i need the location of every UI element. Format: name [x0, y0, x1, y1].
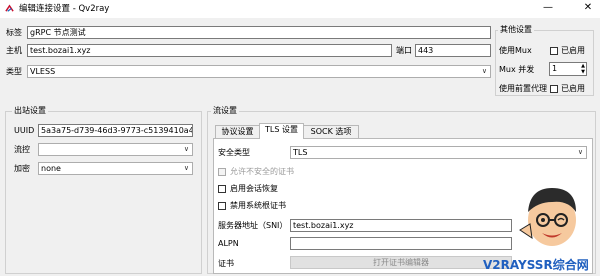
host-label: 主机	[6, 46, 22, 55]
close-button[interactable]: ✕	[582, 2, 594, 14]
host-input[interactable]: test.bozai1.xyz	[27, 44, 392, 57]
tag-label: 标签	[6, 28, 22, 37]
encryption-select-value: none	[41, 164, 61, 173]
mux-checkbox-label[interactable]: 已启用	[561, 45, 585, 57]
tab-protocol-settings[interactable]: 协议设置	[215, 125, 260, 139]
encryption-select[interactable]: none ∨	[38, 162, 193, 175]
security-type-label: 安全类型	[218, 148, 250, 157]
disable-system-root-label[interactable]: 禁用系统根证书	[230, 200, 286, 212]
uuid-input[interactable]: 5a3a75-d739-46d3-9773-c5139410a4a5	[38, 124, 193, 137]
disable-system-root-checkbox[interactable]	[218, 202, 226, 210]
uuid-label: UUID	[14, 126, 35, 135]
mux-concurrency-label: Mux 并发	[499, 65, 535, 74]
proxy-checkbox-label[interactable]: 已启用	[561, 83, 585, 95]
alpn-label: ALPN	[218, 239, 239, 248]
alpn-input[interactable]	[290, 237, 512, 250]
mux-checkbox[interactable]	[550, 47, 558, 55]
stream-settings-title: 流设置	[211, 106, 239, 116]
flow-select[interactable]: ∨	[38, 143, 193, 156]
port-label: 端口	[396, 46, 412, 55]
mux-concurrency-value: 1	[552, 64, 558, 73]
qv2ray-logo-icon	[5, 4, 14, 12]
encryption-label: 加密	[14, 164, 30, 173]
mux-label: 使用Mux	[499, 46, 532, 55]
type-label: 类型	[6, 67, 22, 76]
session-resumption-label[interactable]: 启用会话恢复	[230, 183, 278, 195]
type-select[interactable]: VLESS ∨	[27, 65, 491, 78]
chevron-down-icon: ∨	[481, 67, 487, 75]
type-select-value: VLESS	[30, 67, 56, 76]
certificate-label: 证书	[218, 259, 234, 268]
watermark-mascot-icon	[519, 188, 576, 246]
security-type-select[interactable]: TLS ∨	[290, 146, 587, 159]
session-resumption-checkbox[interactable]	[218, 185, 226, 193]
port-input[interactable]: 443	[415, 44, 491, 57]
chevron-down-icon: ∨	[183, 145, 189, 153]
triangle-down-icon[interactable]: ▼	[581, 69, 585, 75]
outbound-settings-title: 出站设置	[12, 106, 48, 116]
tab-sock-options[interactable]: SOCK 选项	[303, 125, 359, 139]
allow-insecure-checkbox[interactable]	[218, 168, 226, 176]
allow-insecure-label[interactable]: 允许不安全的证书	[230, 166, 294, 178]
open-cert-editor-button[interactable]: 打开证书编辑器	[290, 256, 512, 269]
mux-concurrency-spinbox[interactable]: 1 ▲ ▼	[549, 62, 587, 76]
watermark-site-name: V2RAYSSR综合网	[483, 258, 589, 272]
other-settings-title: 其他设置	[498, 25, 534, 35]
chevron-down-icon: ∨	[577, 148, 583, 156]
tab-tls-settings[interactable]: TLS 设置	[259, 123, 304, 139]
chevron-down-icon: ∨	[183, 164, 189, 172]
sni-input[interactable]: test.bozai1.xyz	[290, 219, 512, 232]
window-title: 编辑连接设置 - Qv2ray	[19, 4, 110, 14]
minimize-button[interactable]: —	[542, 2, 554, 14]
sni-label: 服务器地址（SNI）	[218, 221, 288, 230]
proxy-label: 使用前置代理	[499, 84, 547, 93]
security-type-value: TLS	[293, 148, 308, 157]
flow-label: 流控	[14, 145, 30, 154]
proxy-checkbox[interactable]	[550, 85, 558, 93]
tag-input[interactable]: gRPC 节点测试	[27, 26, 491, 39]
